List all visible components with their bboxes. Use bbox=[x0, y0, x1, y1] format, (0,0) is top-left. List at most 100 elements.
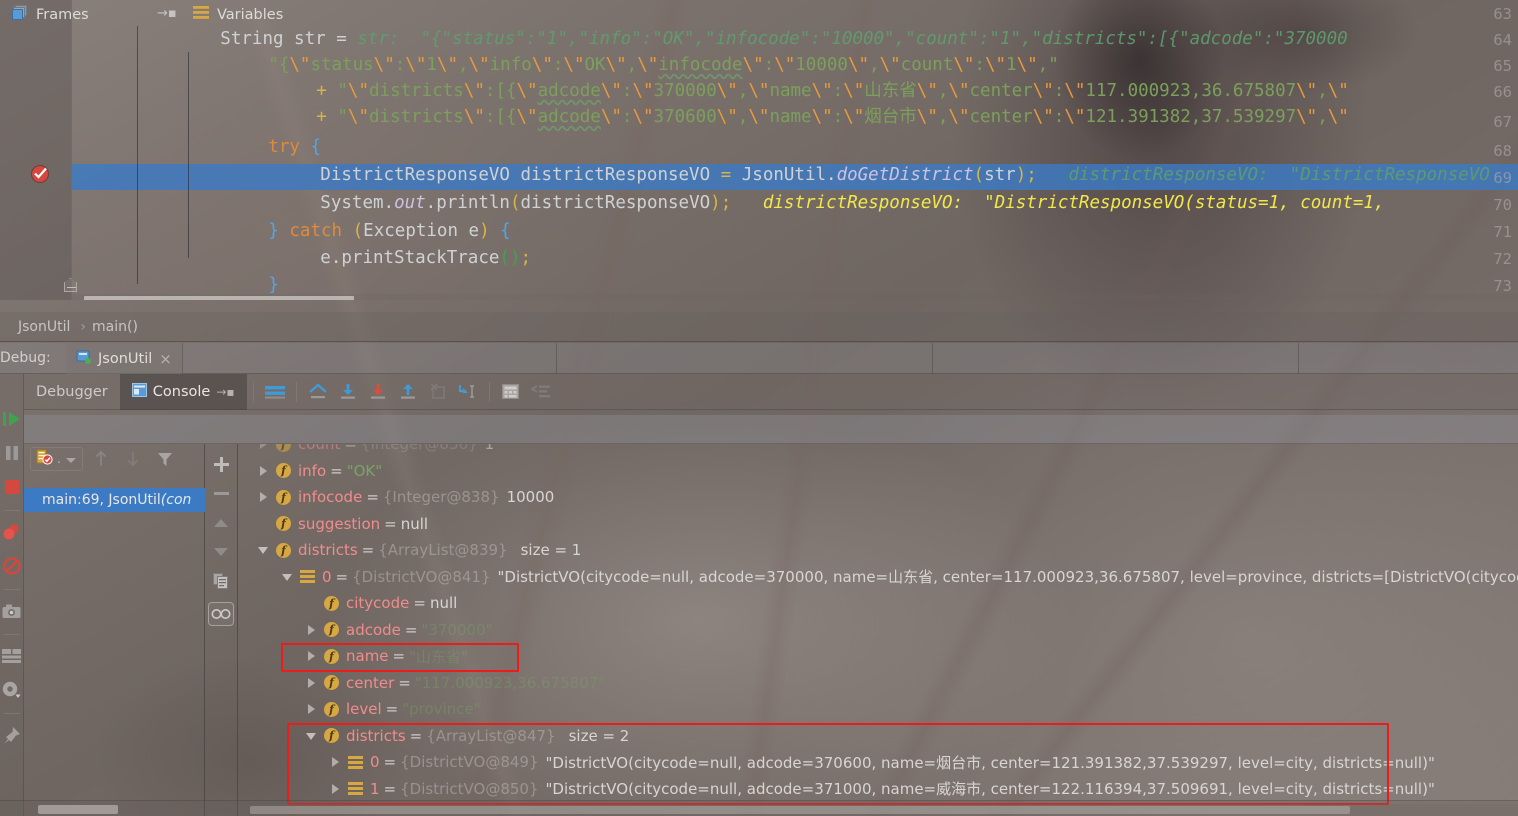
equals-sign: = bbox=[409, 726, 423, 745]
object-reference: {DistrictVO@841} bbox=[352, 567, 491, 586]
drop-frame-icon bbox=[423, 377, 453, 407]
frame-list-item[interactable]: main:69, JsonUtil (con bbox=[24, 488, 205, 512]
editor-gutter[interactable] bbox=[0, 0, 72, 300]
variable-row[interactable]: f level = "province" bbox=[238, 696, 1518, 723]
equals-sign: = bbox=[398, 673, 411, 692]
variable-row[interactable]: f adcode = "370000" bbox=[238, 617, 1518, 644]
copy-icon[interactable] bbox=[207, 566, 235, 595]
stop-icon[interactable] bbox=[0, 472, 24, 502]
down-arrow-icon[interactable] bbox=[207, 537, 235, 566]
object-reference: {DistrictVO@850} bbox=[400, 779, 539, 798]
field-icon: f bbox=[276, 444, 291, 452]
variable-row[interactable]: 0 = {DistrictVO@849} "DistrictVO(citycode=n… bbox=[238, 749, 1518, 776]
run-to-cursor-icon[interactable] bbox=[453, 377, 483, 407]
variable-name: name bbox=[346, 647, 389, 666]
code-editor[interactable]: 63 64 65 66 67 68 69 70 71 72 73 String … bbox=[0, 0, 1518, 300]
camera-icon[interactable] bbox=[0, 596, 24, 626]
filter-icon[interactable] bbox=[151, 445, 179, 474]
step-into-icon[interactable] bbox=[363, 377, 393, 407]
breadcrumb-method[interactable]: main() bbox=[92, 319, 138, 335]
breakpoint-icon[interactable] bbox=[32, 166, 48, 182]
frames-expand-icon[interactable]: →▪ bbox=[157, 6, 177, 21]
collapse-arrow-icon[interactable] bbox=[328, 754, 344, 770]
variable-row[interactable]: f infocode = {Integer@838} 10000 bbox=[238, 484, 1518, 511]
close-icon[interactable]: × bbox=[159, 350, 172, 368]
variable-value: "province" bbox=[402, 700, 481, 719]
collapse-arrow-icon[interactable] bbox=[304, 648, 320, 664]
thread-selector-combo[interactable]: . bbox=[30, 447, 83, 471]
collapse-arrow-icon[interactable] bbox=[304, 675, 320, 691]
variable-row[interactable]: f info = "OK" bbox=[238, 458, 1518, 485]
expand-arrow-icon[interactable] bbox=[304, 728, 320, 744]
collapse-arrow-icon[interactable] bbox=[256, 489, 272, 505]
tab-console[interactable]: Console →▪ bbox=[119, 373, 247, 410]
divider bbox=[3, 713, 20, 714]
variable-name: info bbox=[298, 461, 327, 480]
step-out-icon[interactable] bbox=[393, 377, 423, 407]
variable-row[interactable]: 1 = {DistrictVO@850} "DistrictVO(citycode=n… bbox=[238, 776, 1518, 803]
up-arrow-icon[interactable] bbox=[207, 508, 235, 537]
mute-breakpoints-icon[interactable] bbox=[0, 551, 24, 581]
variable-row[interactable]: f name = "山东省" bbox=[238, 643, 1518, 670]
breadcrumb-class[interactable]: JsonUtil bbox=[18, 319, 70, 335]
run-config-name: JsonUtil bbox=[98, 350, 153, 367]
run-configuration-tab[interactable]: JsonUtil × bbox=[66, 343, 183, 374]
equals-sign: = bbox=[344, 444, 357, 454]
pin-icon[interactable] bbox=[0, 720, 24, 750]
frames-pane-title: Frames bbox=[12, 0, 89, 29]
variables-vertical-toolbar bbox=[205, 444, 238, 816]
variables-tree[interactable]: f count = {Integer@836} 1 f info = "OK" f infocode… bbox=[238, 444, 1518, 804]
equals-sign: = bbox=[383, 753, 397, 772]
watches-icon[interactable] bbox=[207, 599, 235, 628]
variable-row[interactable]: 0 = {DistrictVO@841} "DistrictVO(citycode=n… bbox=[238, 564, 1518, 591]
object-reference: {ArrayList@839} bbox=[378, 541, 508, 560]
add-watch-icon[interactable] bbox=[207, 450, 235, 479]
field-icon: f bbox=[324, 675, 339, 691]
collapse-arrow-icon[interactable] bbox=[328, 781, 344, 797]
collapse-arrow-icon[interactable] bbox=[304, 622, 320, 638]
variable-row[interactable]: f citycode = null bbox=[238, 590, 1518, 617]
trace-current-stream-icon[interactable] bbox=[526, 377, 556, 407]
breadcrumb: JsonUtil › main() bbox=[0, 312, 1518, 342]
expand-arrow-icon[interactable] bbox=[256, 542, 272, 558]
equals-sign: = bbox=[335, 567, 349, 586]
move-down-icon bbox=[119, 445, 147, 474]
variable-row[interactable]: f districts = {ArrayList@839} size = 1 bbox=[238, 537, 1518, 564]
expand-arrow-icon[interactable]: →▪ bbox=[216, 385, 234, 399]
layout-icon[interactable] bbox=[0, 641, 24, 671]
chevron-down-icon[interactable] bbox=[65, 450, 77, 469]
step-over-icon[interactable] bbox=[333, 377, 363, 407]
pause-program-icon[interactable] bbox=[0, 438, 24, 468]
variable-row[interactable]: f count = {Integer@836} 1 bbox=[238, 444, 1518, 458]
field-icon: f bbox=[276, 463, 291, 479]
variable-value: size = 1 bbox=[520, 541, 582, 560]
collapse-arrow-icon[interactable] bbox=[256, 463, 272, 479]
variable-name: citycode bbox=[346, 594, 410, 613]
remove-watch-icon[interactable] bbox=[207, 479, 235, 508]
restore-layout-icon[interactable] bbox=[260, 377, 290, 407]
variable-row[interactable]: f center = "117.000923,36.675807" bbox=[238, 670, 1518, 697]
frames-icon bbox=[12, 5, 28, 24]
tab-debugger[interactable]: Debugger bbox=[24, 374, 120, 410]
frames-hscrollbar-thumb[interactable] bbox=[38, 805, 118, 814]
show-execution-point-icon[interactable] bbox=[303, 377, 333, 407]
collapse-arrow-icon[interactable] bbox=[256, 444, 272, 452]
collapse-arrow-icon[interactable] bbox=[304, 701, 320, 717]
editor-hscrollbar-thumb[interactable] bbox=[84, 296, 354, 300]
debug-session-icon bbox=[76, 349, 91, 368]
resume-program-icon[interactable] bbox=[0, 404, 24, 434]
equals-sign: = bbox=[361, 541, 375, 560]
variable-row[interactable]: f suggestion = null bbox=[238, 511, 1518, 538]
variable-value: size = 2 bbox=[568, 726, 630, 745]
variables-hscrollbar-thumb[interactable] bbox=[250, 806, 1350, 814]
expand-arrow-icon[interactable] bbox=[280, 569, 296, 585]
variable-value: "DistrictVO(citycode=null, adcode=371000… bbox=[545, 780, 1435, 799]
view-breakpoints-icon[interactable] bbox=[0, 517, 24, 547]
settings-gear-icon[interactable] bbox=[0, 675, 24, 705]
no-arrow-spacer bbox=[304, 595, 320, 611]
variable-value: "山东省" bbox=[409, 647, 468, 666]
code-text-area[interactable]: String str = str: "{"status":"1","info":… bbox=[72, 0, 1518, 300]
evaluate-expression-icon[interactable] bbox=[496, 377, 526, 407]
variable-value: "117.000923,36.675807" bbox=[414, 673, 606, 692]
variable-row[interactable]: f districts = {ArrayList@847} size = 2 bbox=[238, 723, 1518, 750]
